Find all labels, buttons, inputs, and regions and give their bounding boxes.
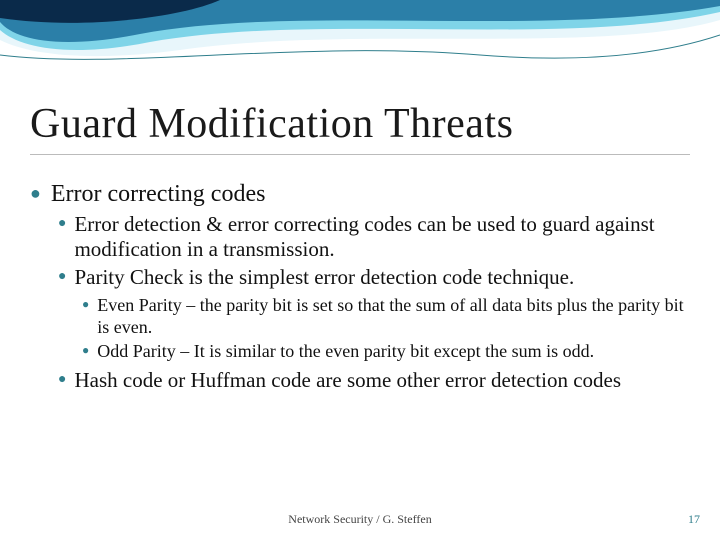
- list-item: ● Even Parity – the parity bit is set so…: [82, 294, 690, 338]
- list-item: ● Odd Parity – It is similar to the even…: [82, 340, 690, 362]
- bullet-text: Even Parity – the parity bit is set so t…: [97, 294, 690, 338]
- list-item: ● Error detection & error correcting cod…: [58, 212, 690, 262]
- slide-footer: Network Security / G. Steffen 17: [0, 512, 720, 530]
- bullet-list-lvl2: ● Error detection & error correcting cod…: [58, 212, 690, 393]
- bullet-text: Parity Check is the simplest error detec…: [74, 265, 574, 290]
- bullet-icon: ●: [82, 340, 89, 361]
- swoosh-icon: [0, 0, 720, 100]
- page-number: 17: [688, 512, 700, 527]
- list-item: ● Parity Check is the simplest error det…: [58, 265, 690, 362]
- bullet-icon: ●: [58, 212, 66, 236]
- bullet-icon: ●: [30, 180, 41, 206]
- slide-title: Guard Modification Threats: [30, 100, 690, 155]
- bullet-icon: ●: [58, 265, 66, 289]
- bullet-text: Error correcting codes: [51, 180, 266, 208]
- header-decoration: [0, 0, 720, 100]
- bullet-text: Error detection & error correcting codes…: [74, 212, 690, 262]
- slide-content: ● Error correcting codes ● Error detecti…: [30, 180, 690, 399]
- slide: Guard Modification Threats ● Error corre…: [0, 0, 720, 540]
- bullet-icon: ●: [82, 294, 89, 315]
- footer-text: Network Security / G. Steffen: [0, 512, 720, 527]
- bullet-list-lvl1: ● Error correcting codes ● Error detecti…: [30, 180, 690, 393]
- bullet-icon: ●: [58, 368, 66, 392]
- bullet-text: Hash code or Huffman code are some other…: [74, 368, 621, 393]
- list-item: ● Error correcting codes ● Error detecti…: [30, 180, 690, 393]
- bullet-list-lvl3: ● Even Parity – the parity bit is set so…: [82, 294, 690, 362]
- list-item: ● Hash code or Huffman code are some oth…: [58, 368, 690, 393]
- bullet-text: Odd Parity – It is similar to the even p…: [97, 340, 594, 362]
